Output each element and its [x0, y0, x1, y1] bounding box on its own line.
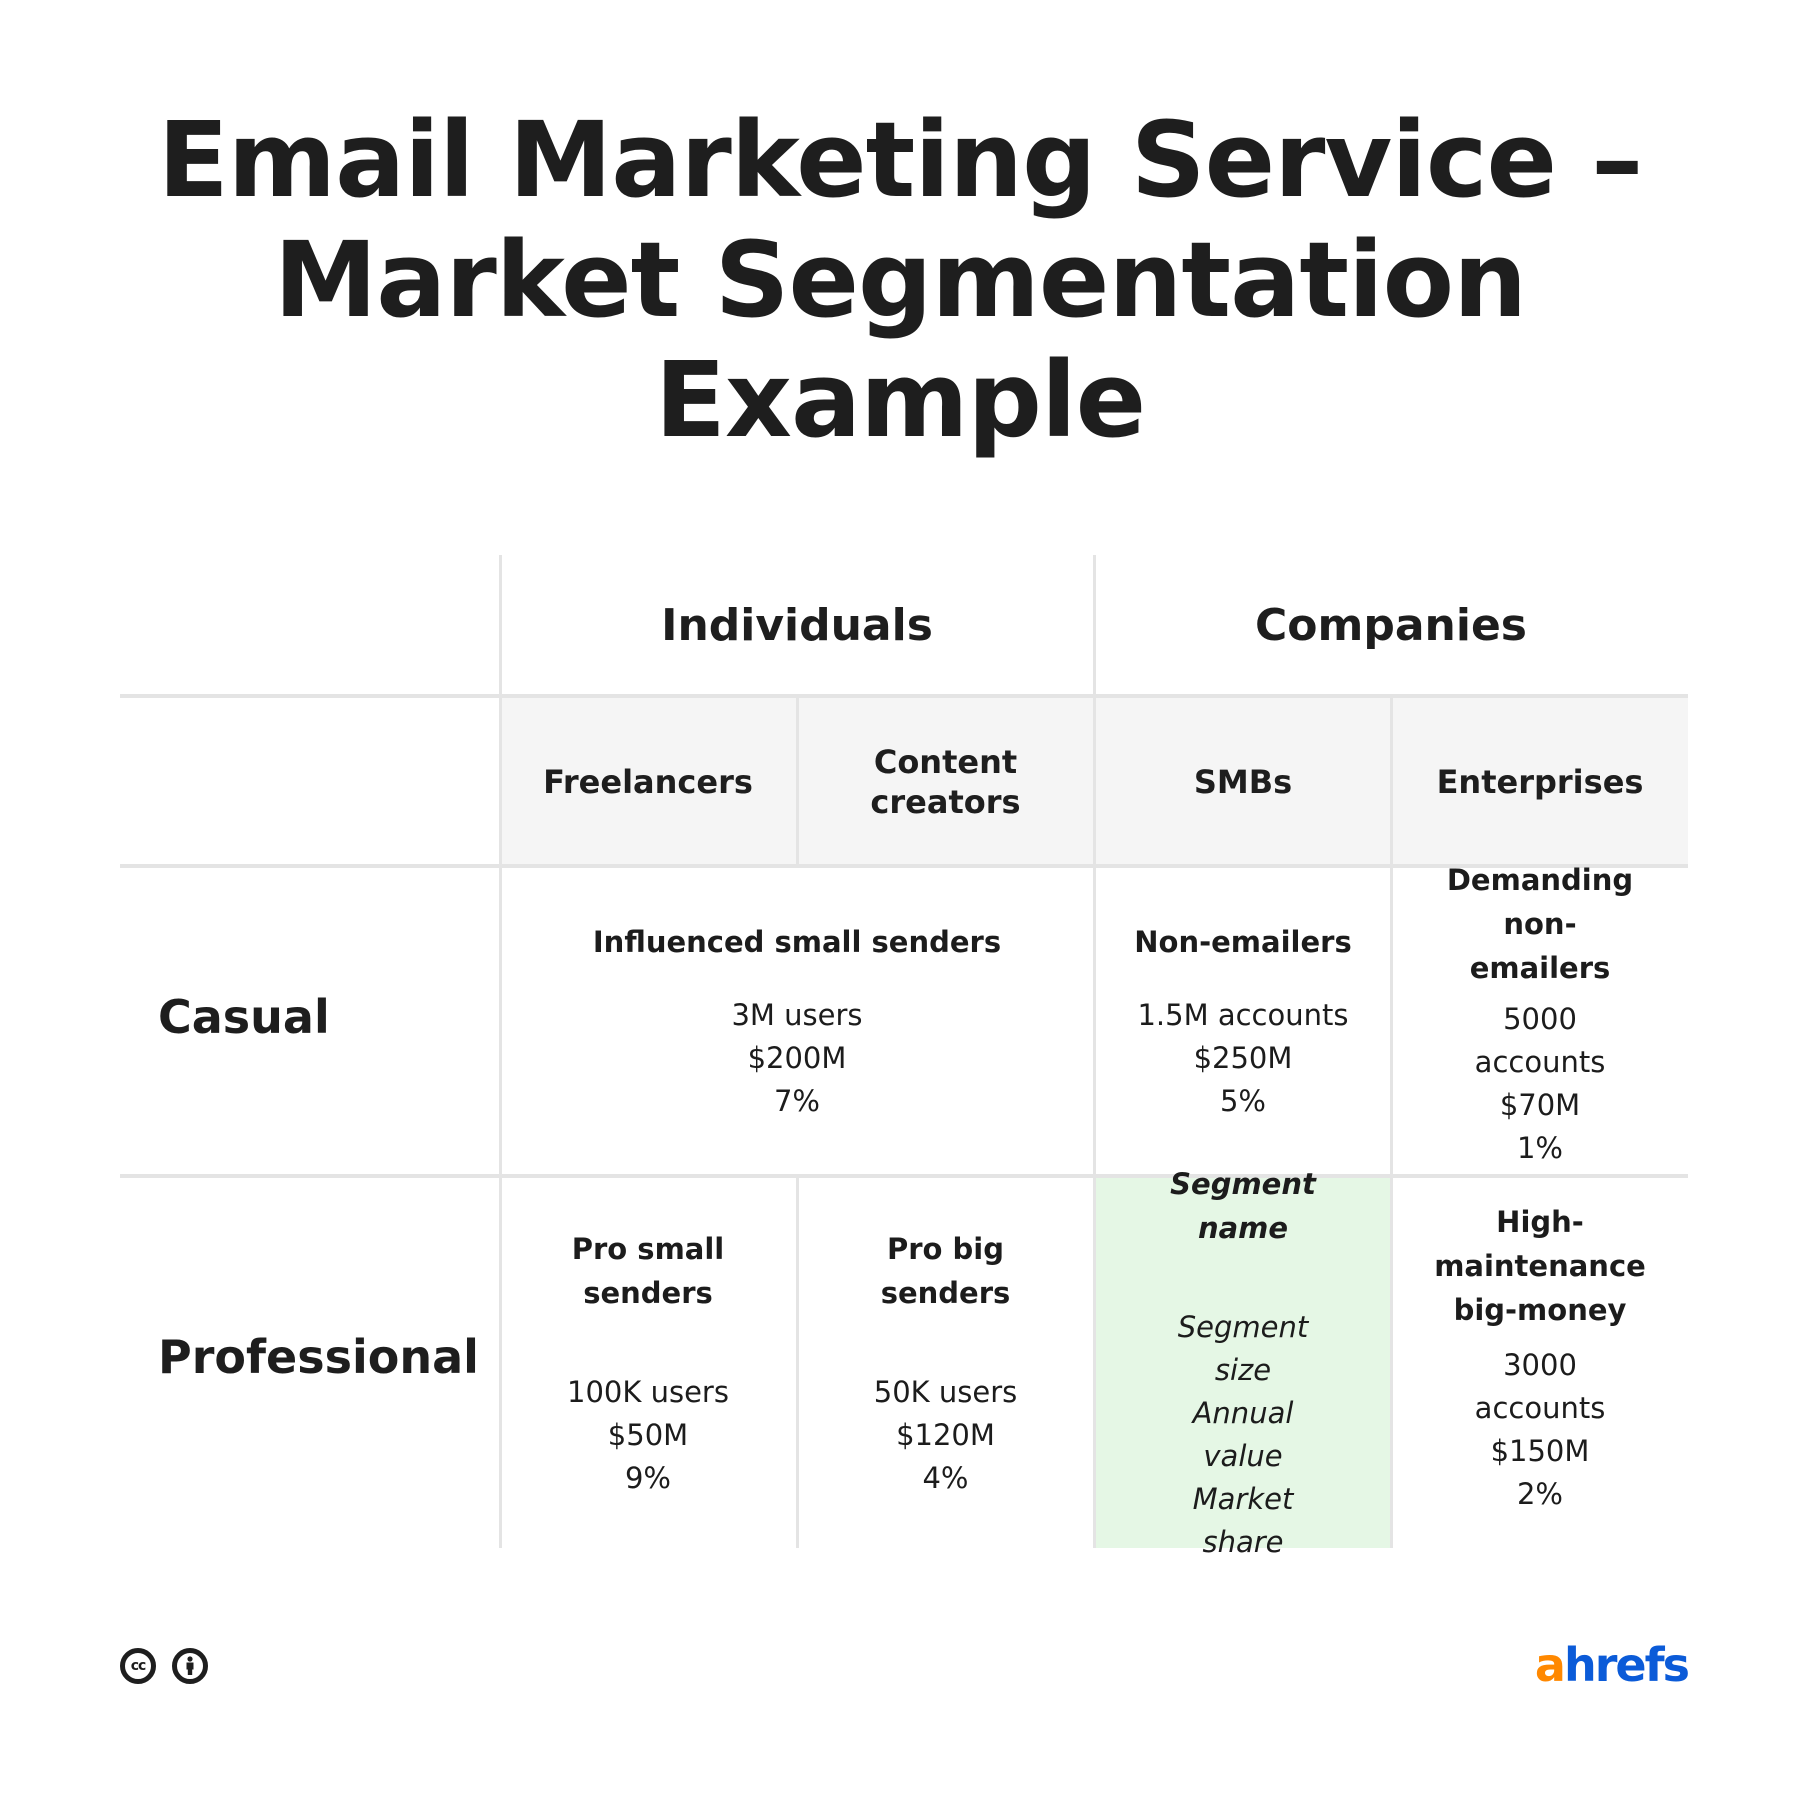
segment-cell: High-maintenance big-money 3000 accounts…: [1392, 1178, 1688, 1548]
subheader-label: SMBs: [1193, 762, 1293, 801]
segment-name: Pro big senders: [880, 1231, 1011, 1310]
segment-name: Pro small senders: [571, 1231, 725, 1310]
subheader-label: Content creators: [870, 742, 1021, 821]
segment-name: Non-emailers: [1134, 924, 1352, 959]
segment-size: 3000 accounts: [1474, 1348, 1606, 1425]
segment-share: 7%: [773, 1083, 820, 1118]
title-line-3: Example: [654, 339, 1146, 461]
person-glyph: [186, 1656, 194, 1675]
segment-size: 1.5M accounts: [1137, 997, 1349, 1032]
attribution-icon: [172, 1648, 208, 1684]
segment-share: 9%: [624, 1460, 671, 1495]
page-title: Email Marketing Service – Market Segment…: [0, 100, 1800, 460]
segment-value: Annual value: [1192, 1396, 1294, 1473]
title-line-1: Email Marketing Service –: [157, 99, 1644, 221]
group-header-individuals: Individuals: [500, 555, 1094, 695]
segment-cell: Non-emailers 1.5M accounts $250M 5%: [1095, 868, 1391, 1174]
segment-name: High-maintenance big-money: [1434, 1205, 1646, 1327]
subheader-content-creators: Content creators: [797, 697, 1094, 866]
segment-share: 4%: [922, 1460, 969, 1495]
segment-size: 100K users: [567, 1374, 729, 1409]
logo-part-hrefs: hrefs: [1563, 1638, 1690, 1692]
segment-value: $200M: [747, 1040, 847, 1075]
subheader-freelancers: Freelancers: [500, 697, 796, 866]
segment-value: $50M: [607, 1417, 689, 1452]
segment-cell: Pro small senders 100K users $50M 9%: [500, 1178, 796, 1548]
logo-part-a: a: [1534, 1638, 1566, 1692]
segment-name: Demanding non-emailers: [1446, 863, 1634, 985]
segment-size: 50K users: [873, 1374, 1018, 1409]
group-label: Individuals: [661, 599, 933, 651]
ahrefs-logo: ahrefs: [1534, 1638, 1690, 1692]
subheader-label: Freelancers: [543, 762, 753, 801]
segment-value: $150M: [1490, 1434, 1590, 1468]
segment-cell: Demanding non-emailers 5000 accounts $70…: [1392, 863, 1688, 1174]
segment-name: Influenced small senders: [592, 924, 1002, 959]
segment-cell-template: Segment name Segment size Annual value M…: [1095, 1167, 1391, 1559]
segment-size: 3M users: [731, 997, 863, 1032]
group-label: Companies: [1255, 599, 1527, 651]
row-label-professional: Professional: [158, 1330, 479, 1384]
grid-line: [796, 697, 799, 866]
grid-line: [120, 694, 1688, 698]
cc-icon: cc: [120, 1648, 156, 1684]
segment-share: 1%: [1516, 1131, 1563, 1165]
segment-name: Segment name: [1170, 1167, 1316, 1245]
segment-cell: Influenced small senders 3M users $200M …: [500, 868, 1094, 1174]
segment-cell: Pro big senders 50K users $120M 4%: [797, 1178, 1094, 1548]
row-label-casual: Casual: [158, 990, 330, 1044]
segment-size: Segment size: [1177, 1310, 1309, 1387]
segment-size: 5000 accounts: [1474, 1002, 1606, 1079]
segment-share: 2%: [1516, 1477, 1563, 1511]
segment-value: $120M: [896, 1417, 995, 1452]
subheader-smbs: SMBs: [1095, 697, 1391, 866]
subheader-label: Enterprises: [1436, 762, 1644, 801]
group-header-companies: Companies: [1094, 555, 1688, 695]
title-line-2: Market Segmentation: [273, 219, 1527, 341]
subheader-enterprises: Enterprises: [1392, 697, 1688, 866]
segment-share: Market share: [1192, 1482, 1294, 1559]
segment-share: 5%: [1219, 1083, 1266, 1118]
segment-value: $250M: [1193, 1040, 1293, 1075]
segment-value: $70M: [1499, 1088, 1581, 1122]
